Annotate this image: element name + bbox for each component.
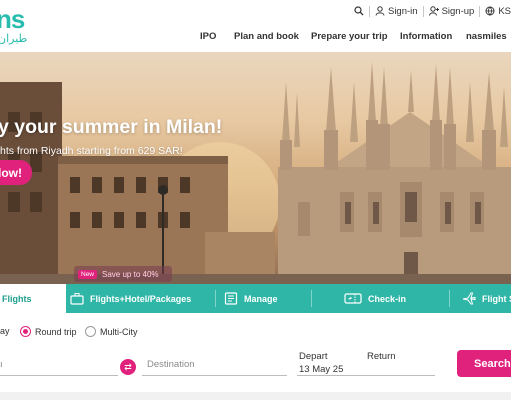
tab-check-in-label: Check-in: [368, 293, 407, 304]
multi-city-label: Multi-City: [100, 326, 138, 337]
swap-button[interactable]: ⇄: [120, 359, 136, 375]
hero-banner[interactable]: y your summer in Milan! hts from Riyadh …: [0, 52, 511, 284]
signin-label: Sign-in: [387, 5, 418, 17]
search-button[interactable]: Search: [457, 350, 511, 377]
tab-flights[interactable]: Flights: [0, 284, 66, 313]
nav-item-nasmiles[interactable]: nasmiles: [466, 31, 507, 42]
utility-bar: Sign-in Sign-up KS: [349, 4, 511, 18]
nav-item-ipo[interactable]: IPO: [200, 31, 216, 42]
tab-flight-status-label: Flight St: [482, 293, 511, 304]
signup-link[interactable]: Sign-up: [424, 6, 480, 17]
tab-flight-status[interactable]: Flight St: [450, 284, 511, 313]
signin-link[interactable]: Sign-in: [370, 6, 423, 17]
radio-indicator: [85, 326, 96, 337]
new-badge: New: [78, 269, 98, 279]
hero-title: y your summer in Milan!: [0, 116, 223, 138]
depart-label: Depart: [299, 351, 328, 362]
booking-tabs: Flights Flights+Hotel/Packages Manage Ch…: [0, 284, 511, 313]
boarding-pass-icon: [344, 293, 362, 304]
origin-field[interactable]: ı: [0, 354, 118, 376]
user-icon: [375, 6, 385, 16]
language-label: KS: [498, 5, 511, 17]
tab-flights-hotel[interactable]: Flights+Hotel/Packages: [66, 284, 216, 313]
nav-item-information[interactable]: Information: [400, 31, 452, 42]
header: ns طيران Sign-in Sign-up KS IPO Plan and…: [0, 0, 511, 52]
plane-icon: [462, 292, 476, 305]
search-icon: [354, 6, 364, 16]
signup-label: Sign-up: [441, 5, 475, 17]
tab-flights-hotel-label: Flights+Hotel/Packages: [90, 293, 192, 304]
promo-badge[interactable]: New Save up to 40%: [74, 266, 172, 282]
return-label: Return: [367, 351, 396, 362]
page-divider: [0, 392, 511, 400]
round-trip-label: Round trip: [35, 326, 77, 337]
destination-field[interactable]: Destination: [142, 354, 287, 376]
search-button[interactable]: [349, 6, 369, 16]
destination-placeholder: Destination: [147, 359, 195, 370]
tab-flights-label: Flights: [2, 293, 32, 304]
hero-subtitle: hts from Riyadh starting from 629 SAR!: [0, 145, 183, 157]
milan-cathedral-image: [0, 62, 511, 284]
depart-date-value: 13 May 25: [299, 364, 344, 375]
origin-placeholder: ı: [0, 359, 3, 370]
suitcase-icon: [70, 293, 84, 305]
main-nav: IPO Plan and book Prepare your trip Info…: [0, 31, 511, 45]
book-now-button[interactable]: low!: [0, 160, 32, 185]
round-trip-radio[interactable]: Round trip: [20, 326, 77, 337]
promo-text: Save up to 40%: [102, 269, 159, 279]
nav-item-prepare-your-trip[interactable]: Prepare your trip: [311, 31, 388, 42]
user-add-icon: [428, 6, 439, 16]
nav-item-plan-and-book[interactable]: Plan and book: [234, 31, 299, 42]
one-way-label: ay: [0, 326, 10, 336]
tab-check-in[interactable]: Check-in: [312, 284, 450, 313]
globe-icon: [485, 6, 495, 16]
swap-icon: ⇄: [124, 361, 132, 372]
radio-selected-indicator: [20, 326, 31, 337]
manage-booking-icon: [224, 292, 238, 305]
tab-manage[interactable]: Manage: [216, 284, 312, 313]
tab-manage-label: Manage: [244, 293, 278, 304]
language-selector[interactable]: KS: [480, 6, 511, 17]
one-way-radio[interactable]: ay: [0, 326, 10, 336]
search-button-label: Search: [474, 357, 511, 370]
multi-city-radio[interactable]: Multi-City: [85, 326, 138, 337]
